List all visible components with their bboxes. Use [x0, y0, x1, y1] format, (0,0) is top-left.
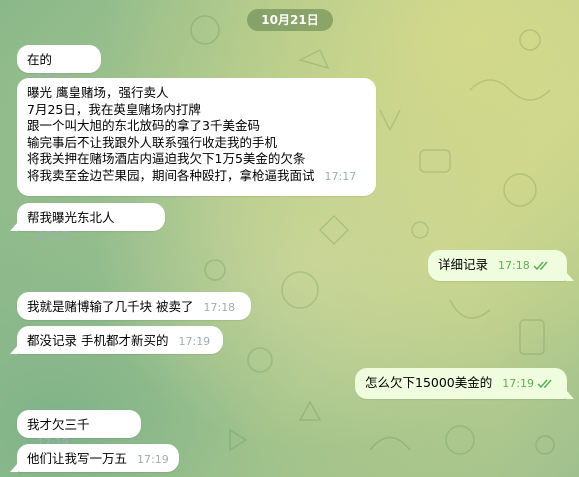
message-time: 17:17	[324, 169, 357, 183]
message-incoming[interactable]: 在的17:17	[17, 45, 101, 84]
message-text: 都没记录 手机都才新买的	[27, 333, 169, 348]
double-check-icon	[537, 379, 552, 389]
message-text: 我就是赌博输了几千块 被卖了	[27, 299, 194, 314]
message-text: 帮我曝光东北人	[27, 210, 115, 225]
message-time: 17:18	[203, 301, 236, 314]
message-time: 17:19	[137, 453, 169, 466]
message-text: 我才欠三千	[27, 417, 90, 432]
message-incoming[interactable]: 都没记录 手机都才新买的 17:19	[10, 326, 223, 354]
message-incoming[interactable]: 他们让我写一万五 17:19	[10, 444, 179, 472]
chat-area[interactable]: 10月21日 在的17:17 曝光 鹰皇赌场，强行卖人 7月25日，我在英皇赌场…	[0, 0, 579, 477]
message-time: 17:17	[37, 228, 69, 242]
message-incoming[interactable]: 我才欠三千17:19	[17, 410, 141, 449]
message-text: 详细记录	[438, 257, 489, 272]
message-text: 怎么欠下15000美金的	[365, 375, 493, 390]
message-incoming[interactable]: 我就是赌博输了几千块 被卖了 17:18	[17, 292, 251, 320]
message-text: 在的	[27, 52, 53, 67]
message-outgoing[interactable]: 详细记录 17:18	[428, 250, 574, 281]
message-time: 17:19	[502, 377, 534, 390]
message-incoming[interactable]: 帮我曝光东北人 17:17	[10, 203, 165, 242]
message-outgoing[interactable]: 怎么欠下15000美金的 17:19	[355, 368, 574, 399]
message-time: 17:18	[498, 259, 530, 272]
double-check-icon	[533, 261, 548, 271]
message-incoming[interactable]: 曝光 鹰皇赌场，强行卖人 7月25日，我在英皇赌场内打牌 跟一个叫大旭的东北放码…	[17, 78, 376, 196]
message-text: 曝光 鹰皇赌场，强行卖人 7月25日，我在英皇赌场内打牌 跟一个叫大旭的东北放码…	[27, 85, 315, 183]
message-time: 17:19	[178, 335, 211, 348]
date-separator: 10月21日	[247, 9, 333, 31]
message-text: 他们让我写一万五	[27, 451, 128, 466]
